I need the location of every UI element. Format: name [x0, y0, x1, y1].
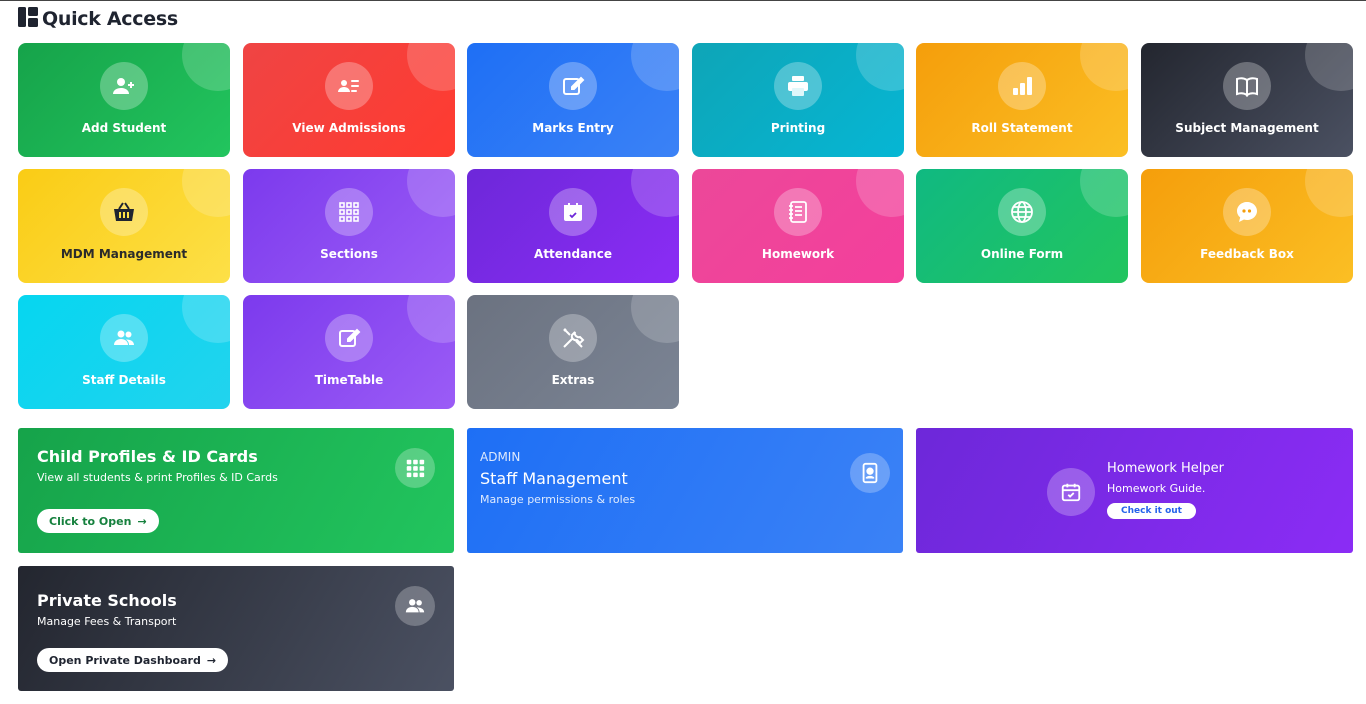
globe-icon — [998, 188, 1046, 236]
tile-label: Attendance — [534, 247, 612, 261]
dashboard-icon — [18, 7, 38, 31]
private-schools-card[interactable]: Private Schools Manage Fees & Transport … — [18, 566, 454, 691]
tile-sections[interactable]: Sections — [243, 169, 455, 283]
tile-label: Sections — [320, 247, 378, 261]
decorative-circle — [407, 169, 455, 217]
tile-add-student[interactable]: Add Student — [18, 43, 230, 157]
tile-label: Subject Management — [1175, 121, 1319, 135]
tile-label: Printing — [770, 121, 826, 135]
users-icon — [100, 314, 148, 362]
tile-marks-entry[interactable]: Marks Entry — [467, 43, 679, 157]
tools-icon — [549, 314, 597, 362]
tile-view-admissions[interactable]: View Admissions — [243, 43, 455, 157]
quick-access-header: Quick Access — [18, 7, 178, 31]
decorative-circle — [1305, 169, 1353, 217]
decorative-circle — [856, 169, 904, 217]
check-it-out-button[interactable]: Check it out — [1107, 503, 1196, 519]
card-title: Staff Management — [480, 469, 628, 488]
grid-icon — [325, 188, 373, 236]
decorative-circle — [1080, 169, 1128, 217]
tile-label: Staff Details — [82, 373, 166, 387]
tile-staff-details[interactable]: Staff Details — [18, 295, 230, 409]
decorative-circle — [182, 169, 230, 217]
decorative-circle — [856, 43, 904, 91]
tile-feedback-box[interactable]: Feedback Box — [1141, 169, 1353, 283]
tile-label: View Admissions — [292, 121, 406, 135]
tile-label: Online Form — [980, 247, 1064, 261]
decorative-circle — [182, 295, 230, 343]
button-label: Open Private Dashboard — [49, 653, 201, 667]
page-title: Quick Access — [42, 8, 178, 30]
tile-printing[interactable]: Printing — [692, 43, 904, 157]
calendar-check-icon — [549, 188, 597, 236]
id-badge-icon — [850, 453, 890, 493]
tile-label: Marks Entry — [532, 121, 614, 135]
tile-homework[interactable]: Homework — [692, 169, 904, 283]
button-label: Click to Open — [49, 514, 132, 528]
tile-mdm-management[interactable]: MDM Management — [18, 169, 230, 283]
child-profiles-card[interactable]: Child Profiles & ID Cards View all stude… — [18, 428, 454, 553]
id-list-icon — [325, 62, 373, 110]
card-subtitle: View all students & print Profiles & ID … — [37, 471, 278, 484]
decorative-circle — [631, 169, 679, 217]
card-subtitle: Homework Guide. — [1107, 482, 1206, 495]
arrow-right-icon: → — [137, 514, 147, 528]
tile-online-form[interactable]: Online Form — [916, 169, 1128, 283]
tile-attendance[interactable]: Attendance — [467, 169, 679, 283]
bar-chart-icon — [998, 62, 1046, 110]
tile-label: Extras — [551, 373, 595, 387]
notebook-icon — [774, 188, 822, 236]
calendar-check-icon — [1047, 468, 1095, 516]
decorative-circle — [407, 295, 455, 343]
open-private-dashboard-button[interactable]: Open Private Dashboard → — [37, 648, 229, 672]
basket-icon — [100, 188, 148, 236]
tile-timetable[interactable]: TimeTable — [243, 295, 455, 409]
users-icon — [395, 586, 435, 626]
card-subtitle: Manage Fees & Transport — [37, 615, 177, 628]
grid-icon — [395, 448, 435, 488]
tile-roll-statement[interactable]: Roll Statement — [916, 43, 1128, 157]
tile-label: Feedback Box — [1200, 247, 1294, 261]
homework-helper-card[interactable]: Homework Helper Homework Guide. Check it… — [916, 428, 1353, 553]
card-title: Homework Helper — [1107, 461, 1224, 476]
printer-icon — [774, 62, 822, 110]
tile-label: MDM Management — [60, 247, 188, 261]
decorative-circle — [631, 43, 679, 91]
arrow-right-icon: → — [206, 653, 217, 667]
edit-icon — [325, 314, 373, 362]
staff-management-card[interactable]: ADMIN Staff Management Manage permission… — [467, 428, 903, 553]
tile-extras[interactable]: Extras — [467, 295, 679, 409]
card-subtitle: Manage permissions & roles — [480, 493, 636, 506]
tile-subject-management[interactable]: Subject Management — [1141, 43, 1353, 157]
chat-quote-icon — [1223, 188, 1271, 236]
decorative-circle — [1080, 43, 1128, 91]
decorative-circle — [182, 43, 230, 91]
tile-label: Homework — [761, 247, 835, 261]
book-icon — [1223, 62, 1271, 110]
decorative-circle — [631, 295, 679, 343]
card-eyebrow: ADMIN — [480, 450, 521, 464]
decorative-circle — [1305, 43, 1353, 91]
edit-icon — [549, 62, 597, 110]
button-label: Check it out — [1121, 506, 1182, 516]
click-to-open-button[interactable]: Click to Open → — [37, 509, 159, 533]
card-title: Private Schools — [37, 591, 177, 610]
tile-label: TimeTable — [314, 373, 384, 387]
tile-label: Roll Statement — [971, 121, 1073, 135]
decorative-circle — [407, 43, 455, 91]
card-title: Child Profiles & ID Cards — [37, 447, 258, 466]
user-plus-icon — [100, 62, 148, 110]
tile-label: Add Student — [81, 121, 167, 135]
